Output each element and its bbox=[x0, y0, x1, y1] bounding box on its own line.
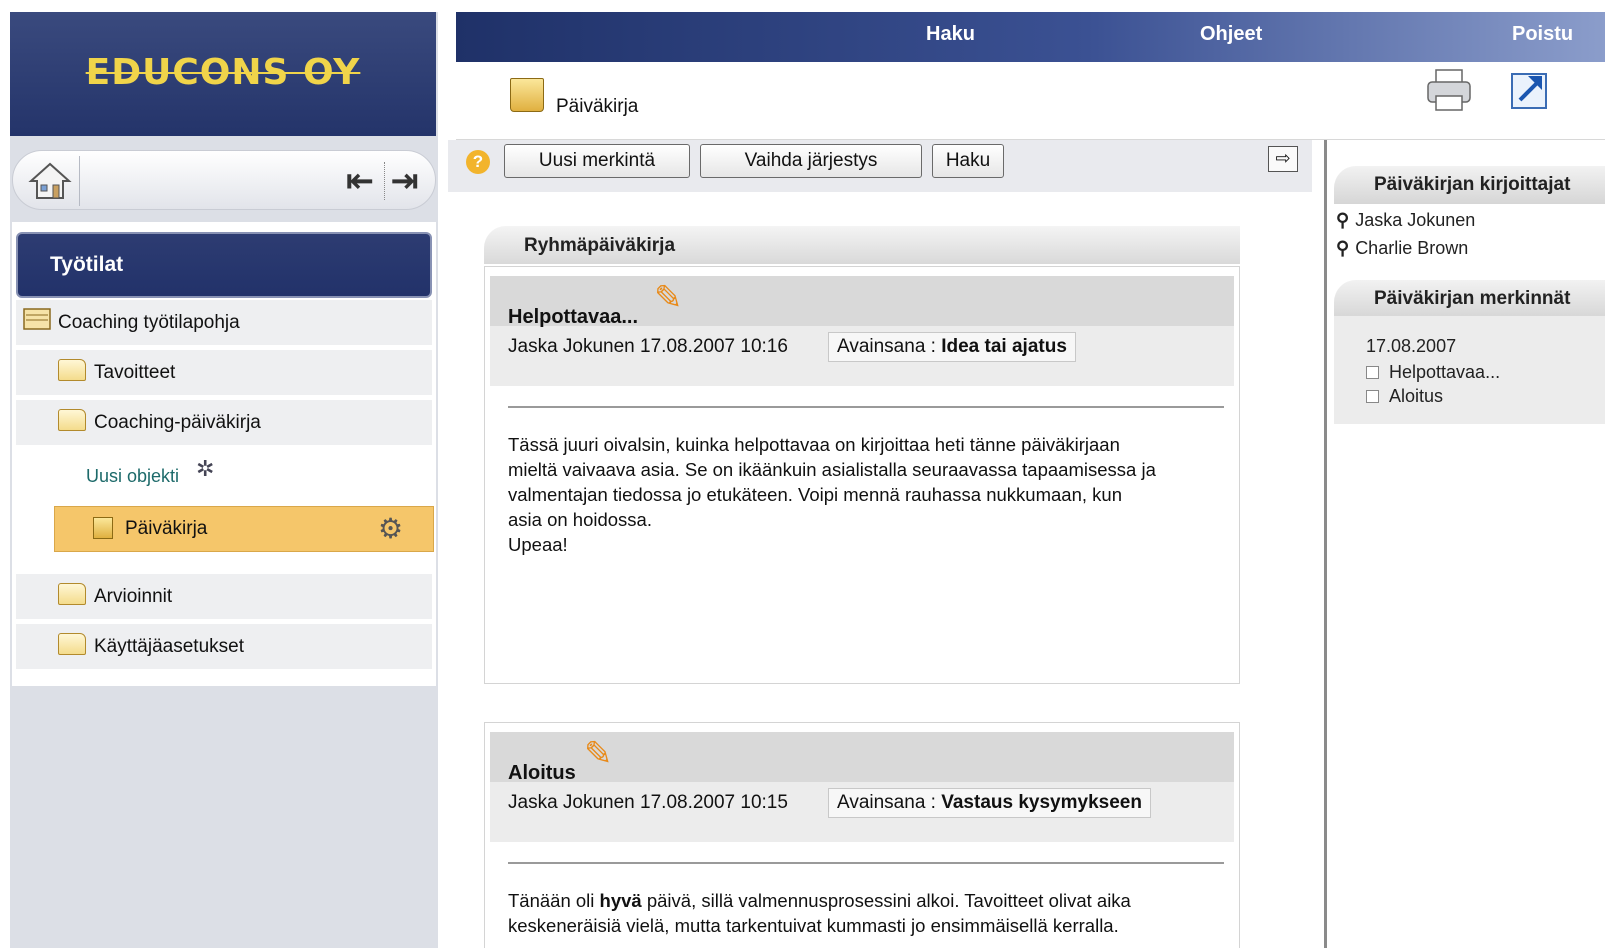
tree-item-coaching-diary[interactable]: Coaching-päiväkirja bbox=[16, 400, 432, 446]
tree-item-workspace[interactable]: Coaching työtilapohja bbox=[16, 300, 432, 346]
user-icon: ⚲ bbox=[1336, 210, 1350, 230]
forward-arrow-icon[interactable]: ⇥ bbox=[384, 162, 424, 200]
popout-window-icon[interactable] bbox=[1508, 68, 1552, 112]
tree-item-diary-selected[interactable]: Päiväkirja bbox=[54, 506, 434, 552]
logo: EDUCONS OY bbox=[10, 12, 436, 136]
tree-item-label: Käyttäjäasetukset bbox=[94, 635, 244, 657]
entry-link[interactable]: Helpottavaa... bbox=[1366, 362, 1500, 383]
folder-open-icon bbox=[58, 408, 86, 431]
entry-body-line: asia on hoidossa. bbox=[508, 509, 652, 530]
tree-item-label: Päiväkirja bbox=[125, 518, 208, 539]
tree-item-label: Tavoitteet bbox=[94, 361, 176, 383]
workspace-icon bbox=[23, 307, 51, 330]
edit-pencil-icon[interactable]: ✎ bbox=[654, 278, 683, 318]
right-panel bbox=[1324, 140, 1605, 948]
entries-header: Päiväkirjan merkinnät bbox=[1334, 280, 1605, 318]
document-icon bbox=[1366, 390, 1379, 403]
keyword-label: Avainsana : bbox=[837, 792, 936, 813]
new-object-link[interactable]: Uusi objekti bbox=[86, 466, 179, 487]
tree-item-arvioinnit[interactable]: Arvioinnit bbox=[16, 574, 432, 620]
workspaces-header[interactable]: Työtilat bbox=[16, 232, 432, 298]
tree-item-label: Arvioinnit bbox=[94, 585, 173, 607]
entry-body-line: valmentajan tiedossa jo etukäteen. Voipi… bbox=[508, 484, 1122, 505]
entry-body-line: Tässä juuri oivalsin, kuinka helpottavaa… bbox=[508, 434, 1120, 455]
tree-item-label: Coaching-päiväkirja bbox=[94, 411, 261, 433]
new-star-icon: ✲ bbox=[196, 456, 215, 481]
entries-date: 17.08.2007 bbox=[1366, 336, 1457, 356]
nav-search-link[interactable]: Haku bbox=[926, 23, 975, 46]
divider bbox=[508, 862, 1224, 864]
folder-icon bbox=[58, 582, 86, 605]
document-icon bbox=[1366, 366, 1379, 379]
nav-help-link[interactable]: Ohjeet bbox=[1200, 23, 1262, 46]
home-icon bbox=[27, 162, 72, 199]
entry-title[interactable]: Aloitus bbox=[508, 762, 576, 785]
user-icon: ⚲ bbox=[1336, 238, 1350, 258]
entry-title[interactable]: Helpottavaa... bbox=[508, 306, 638, 329]
entry-body: Tässä juuri oivalsin, kuinka helpottavaa… bbox=[508, 432, 1224, 557]
tree-item-label: Coaching työtilapohja bbox=[58, 311, 240, 333]
group-diary-header: Ryhmäpäiväkirja bbox=[484, 226, 1240, 264]
writer-item[interactable]: ⚲ Charlie Brown bbox=[1336, 238, 1468, 259]
settings-gear-icon[interactable]: ⚙ bbox=[378, 512, 403, 545]
tree-item-user-settings[interactable]: Käyttäjäasetukset bbox=[16, 624, 432, 670]
keyword-value: Vastaus kysymykseen bbox=[941, 792, 1142, 813]
writers-header: Päiväkirjan kirjoittajat bbox=[1334, 166, 1605, 204]
edit-pencil-icon[interactable]: ✎ bbox=[584, 734, 613, 774]
entry-body-line: keskeneräisiä vielä, mutta tarkentuivat … bbox=[508, 915, 1119, 936]
logo-text: EDUCONS OY bbox=[85, 51, 361, 93]
new-entry-button[interactable]: Uusi merkintä bbox=[504, 144, 690, 178]
home-button[interactable] bbox=[20, 156, 80, 206]
entry-body-line: mieltä vaivaava asia. Se on ikäänkuin as… bbox=[508, 459, 1156, 480]
writer-item[interactable]: ⚲ Jaska Jokunen bbox=[1336, 210, 1475, 231]
keyword-badge: Avainsana : Idea tai ajatus bbox=[828, 332, 1076, 362]
back-arrow-icon[interactable]: ⇤ bbox=[340, 162, 380, 200]
entry-author-date: Jaska Jokunen 17.08.2007 10:16 bbox=[508, 336, 788, 357]
keyword-badge: Avainsana : Vastaus kysymykseen bbox=[828, 788, 1151, 818]
print-icon[interactable] bbox=[1426, 68, 1472, 112]
folder-icon bbox=[58, 358, 86, 381]
entry-body-line: Upeaa! bbox=[508, 534, 568, 555]
entry-body: Tänään oli hyvä päivä, sillä valmennuspr… bbox=[508, 888, 1224, 938]
entry-link[interactable]: Aloitus bbox=[1366, 386, 1443, 407]
page-title: Päiväkirja bbox=[556, 96, 639, 117]
search-button[interactable]: Haku bbox=[932, 144, 1004, 178]
keyword-label: Avainsana : bbox=[837, 336, 936, 357]
keyword-value: Idea tai ajatus bbox=[941, 336, 1067, 357]
nav-logout-link[interactable]: Poistu bbox=[1512, 23, 1573, 46]
tree-item-tavoitteet[interactable]: Tavoitteet bbox=[16, 350, 432, 396]
entry-author-date: Jaska Jokunen 17.08.2007 10:15 bbox=[508, 792, 788, 813]
help-icon[interactable]: ? bbox=[466, 150, 490, 174]
divider bbox=[508, 406, 1224, 408]
folder-icon bbox=[58, 632, 86, 655]
top-navigation bbox=[456, 12, 1605, 62]
collapse-panel-icon[interactable]: ⇨ bbox=[1268, 146, 1298, 172]
change-order-button[interactable]: Vaihda järjestys bbox=[700, 144, 922, 178]
diary-icon bbox=[93, 517, 113, 539]
entry-body-line: Tänään oli hyvä päivä, sillä valmennuspr… bbox=[508, 890, 1131, 911]
diary-book-icon bbox=[510, 78, 544, 112]
